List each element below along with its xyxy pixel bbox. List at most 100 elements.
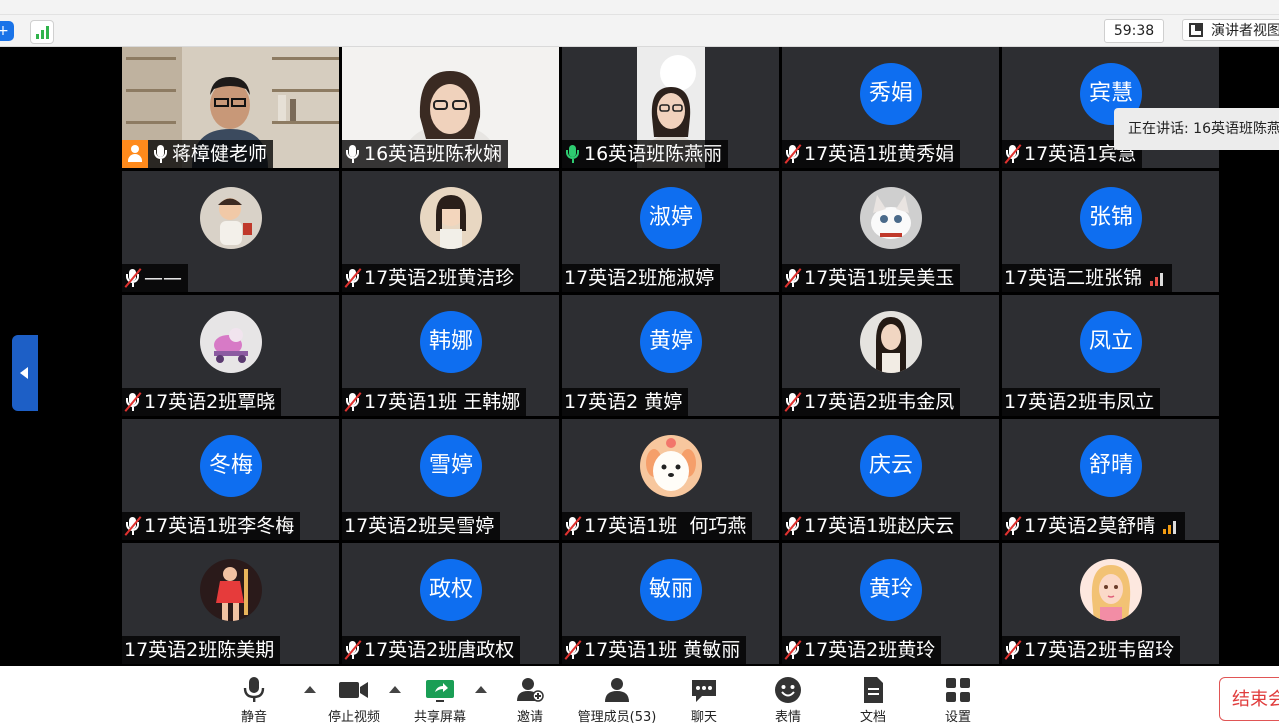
muted-microphone-icon: [784, 640, 802, 660]
reactions-button[interactable]: 表情: [764, 670, 812, 726]
participant-tile[interactable]: 淑婷 17英语2班施淑婷: [562, 171, 779, 292]
participant-name: 17英语1班赵庆云: [804, 515, 955, 537]
video-options-caret[interactable]: [389, 686, 401, 693]
participant-tile[interactable]: 蒋樟健老师: [122, 47, 339, 168]
participant-grid: 蒋樟健老师 16英语班陈秋娴 16英语班陈燕丽 秀娟 17英语1班黄秀娟 宾慧 17英语1宾…: [122, 47, 1221, 666]
participant-name-label: 17英语2班陈美期: [122, 636, 281, 664]
muted-microphone-icon: [124, 516, 142, 536]
participant-tile[interactable]: 雪婷 17英语2班吴雪婷: [342, 419, 559, 540]
participant-name-label: 17英语1班 王韩娜: [342, 388, 527, 416]
participant-tile[interactable]: 黄婷 17英语2 黄婷: [562, 295, 779, 416]
participant-photo-avatar: [420, 187, 482, 249]
participant-tile[interactable]: 冬梅 17英语1班李冬梅: [122, 419, 339, 540]
invite-button[interactable]: 邀请: [506, 670, 554, 726]
documents-label: 文档: [859, 710, 886, 725]
mute-options-caret[interactable]: [304, 686, 316, 693]
participant-name-label: 17英语2班覃晓: [122, 388, 282, 416]
participant-name: 17英语2班韦留玲: [1024, 639, 1175, 661]
share-options-caret[interactable]: [475, 686, 487, 693]
stop-video-label: 停止视频: [327, 710, 380, 725]
chat-label: 聊天: [690, 710, 717, 725]
participant-name: 16英语班陈秋娴: [364, 143, 503, 165]
shield-icon[interactable]: +: [0, 21, 14, 41]
participant-name-label: 17英语2班黄玲: [782, 636, 942, 664]
participant-name: 17英语1班李冬梅: [144, 515, 295, 537]
share-screen-button[interactable]: 共享屏幕: [408, 670, 472, 726]
participant-avatar: 雪婷: [420, 435, 482, 497]
participant-name-label: 17英语2班吴雪婷: [342, 512, 501, 540]
muted-microphone-icon: [784, 392, 802, 412]
share-screen-label: 共享屏幕: [413, 710, 466, 725]
host-icon: [122, 140, 148, 168]
participant-name-label: 17英语2班韦金凤: [782, 388, 961, 416]
participant-name: 17英语1班 何巧燕: [584, 515, 747, 537]
participant-avatar: 敏丽: [640, 559, 702, 621]
participant-photo-avatar: [860, 311, 922, 373]
speaker-view-label: 演讲者视图: [1211, 23, 1279, 39]
mute-button[interactable]: 静音: [230, 670, 278, 726]
participant-tile[interactable]: 秀娟 17英语1班黄秀娟: [782, 47, 999, 168]
microphone-icon: [152, 144, 170, 164]
muted-microphone-icon: [344, 268, 362, 288]
stop-video-button[interactable]: 停止视频: [322, 670, 386, 726]
participant-name-label: ——: [122, 264, 188, 292]
participant-name: 蒋樟健老师: [172, 143, 268, 165]
muted-microphone-icon: [564, 516, 582, 536]
muted-microphone-icon: [564, 640, 582, 660]
participant-name: ——: [144, 267, 182, 289]
participant-tile[interactable]: 17英语2班韦金凤: [782, 295, 999, 416]
participant-tile[interactable]: 凤立 17英语2班韦凤立: [1002, 295, 1219, 416]
participant-tile[interactable]: 舒晴 17英语2莫舒晴: [1002, 419, 1219, 540]
participant-photo-avatar: [1080, 559, 1142, 621]
participant-tile[interactable]: 17英语2班韦留玲: [1002, 543, 1219, 664]
invite-label: 邀请: [516, 710, 543, 725]
participant-name: 17英语2班吴雪婷: [344, 515, 495, 537]
microphone-icon: [564, 144, 582, 164]
manage-participants-button[interactable]: 管理成员(53): [576, 670, 658, 726]
microphone-icon: [230, 676, 278, 704]
collapse-panel-tab[interactable]: [12, 335, 38, 411]
participant-tile[interactable]: 16英语班陈秋娴: [342, 47, 559, 168]
speaker-view-button[interactable]: 演讲者视图: [1182, 19, 1279, 41]
muted-microphone-icon: [124, 392, 142, 412]
participant-tile[interactable]: 韩娜 17英语1班 王韩娜: [342, 295, 559, 416]
participant-tile[interactable]: 17英语2班陈美期: [122, 543, 339, 664]
chat-button[interactable]: 聊天: [680, 670, 728, 726]
participant-tile[interactable]: 政权 17英语2班唐政权: [342, 543, 559, 664]
documents-button[interactable]: 文档: [849, 670, 897, 726]
participant-tile[interactable]: 庆云 17英语1班赵庆云: [782, 419, 999, 540]
muted-microphone-icon: [784, 268, 802, 288]
settings-label: 设置: [944, 710, 971, 725]
participant-tile[interactable]: 17英语2班黄洁珍: [342, 171, 559, 292]
participant-avatar: 庆云: [860, 435, 922, 497]
participant-tile[interactable]: 敏丽 17英语1班 黄敏丽: [562, 543, 779, 664]
participant-name: 16英语班陈燕丽: [584, 143, 723, 165]
participant-tile[interactable]: ——: [122, 171, 339, 292]
speaking-indicator: 正在讲话: 16英语班陈燕丽: [1114, 108, 1279, 150]
video-camera-icon: [322, 676, 386, 704]
participant-avatar: 韩娜: [420, 311, 482, 373]
muted-microphone-icon: [784, 144, 802, 164]
participant-name-label: 17英语2班黄洁珍: [342, 264, 521, 292]
participant-avatar: 淑婷: [640, 187, 702, 249]
participant-tile[interactable]: 17英语2班覃晓: [122, 295, 339, 416]
participant-name: 17英语2班韦金凤: [804, 391, 955, 413]
participant-photo-avatar: [200, 311, 262, 373]
end-meeting-button[interactable]: 结束会议: [1219, 677, 1279, 721]
participant-tile[interactable]: 16英语班陈燕丽: [562, 47, 779, 168]
participant-name-label: 17英语2班韦留玲: [1002, 636, 1181, 664]
network-signal-icon[interactable]: [30, 20, 54, 44]
participant-name-label: 17英语1班 黄敏丽: [562, 636, 747, 664]
top-divider: [0, 14, 1279, 15]
participant-tile[interactable]: 17英语1班吴美玉: [782, 171, 999, 292]
participant-name-label: 17英语1班黄秀娟: [782, 140, 961, 168]
participant-avatar: 冬梅: [200, 435, 262, 497]
participant-photo-avatar: [640, 435, 702, 497]
bottom-toolbar: 静音 停止视频 共享屏幕 邀请 管理成员(53) 聊天 表情 文档 设置: [0, 666, 1279, 728]
participant-tile[interactable]: 黄玲 17英语2班黄玲: [782, 543, 999, 664]
participant-tile[interactable]: 张锦 17英语二班张锦: [1002, 171, 1219, 292]
participant-name: 17英语2班黄洁珍: [364, 267, 515, 289]
participant-tile[interactable]: 17英语1班 何巧燕: [562, 419, 779, 540]
settings-button[interactable]: 设置: [934, 670, 982, 726]
participant-name: 17英语2班陈美期: [124, 639, 275, 661]
